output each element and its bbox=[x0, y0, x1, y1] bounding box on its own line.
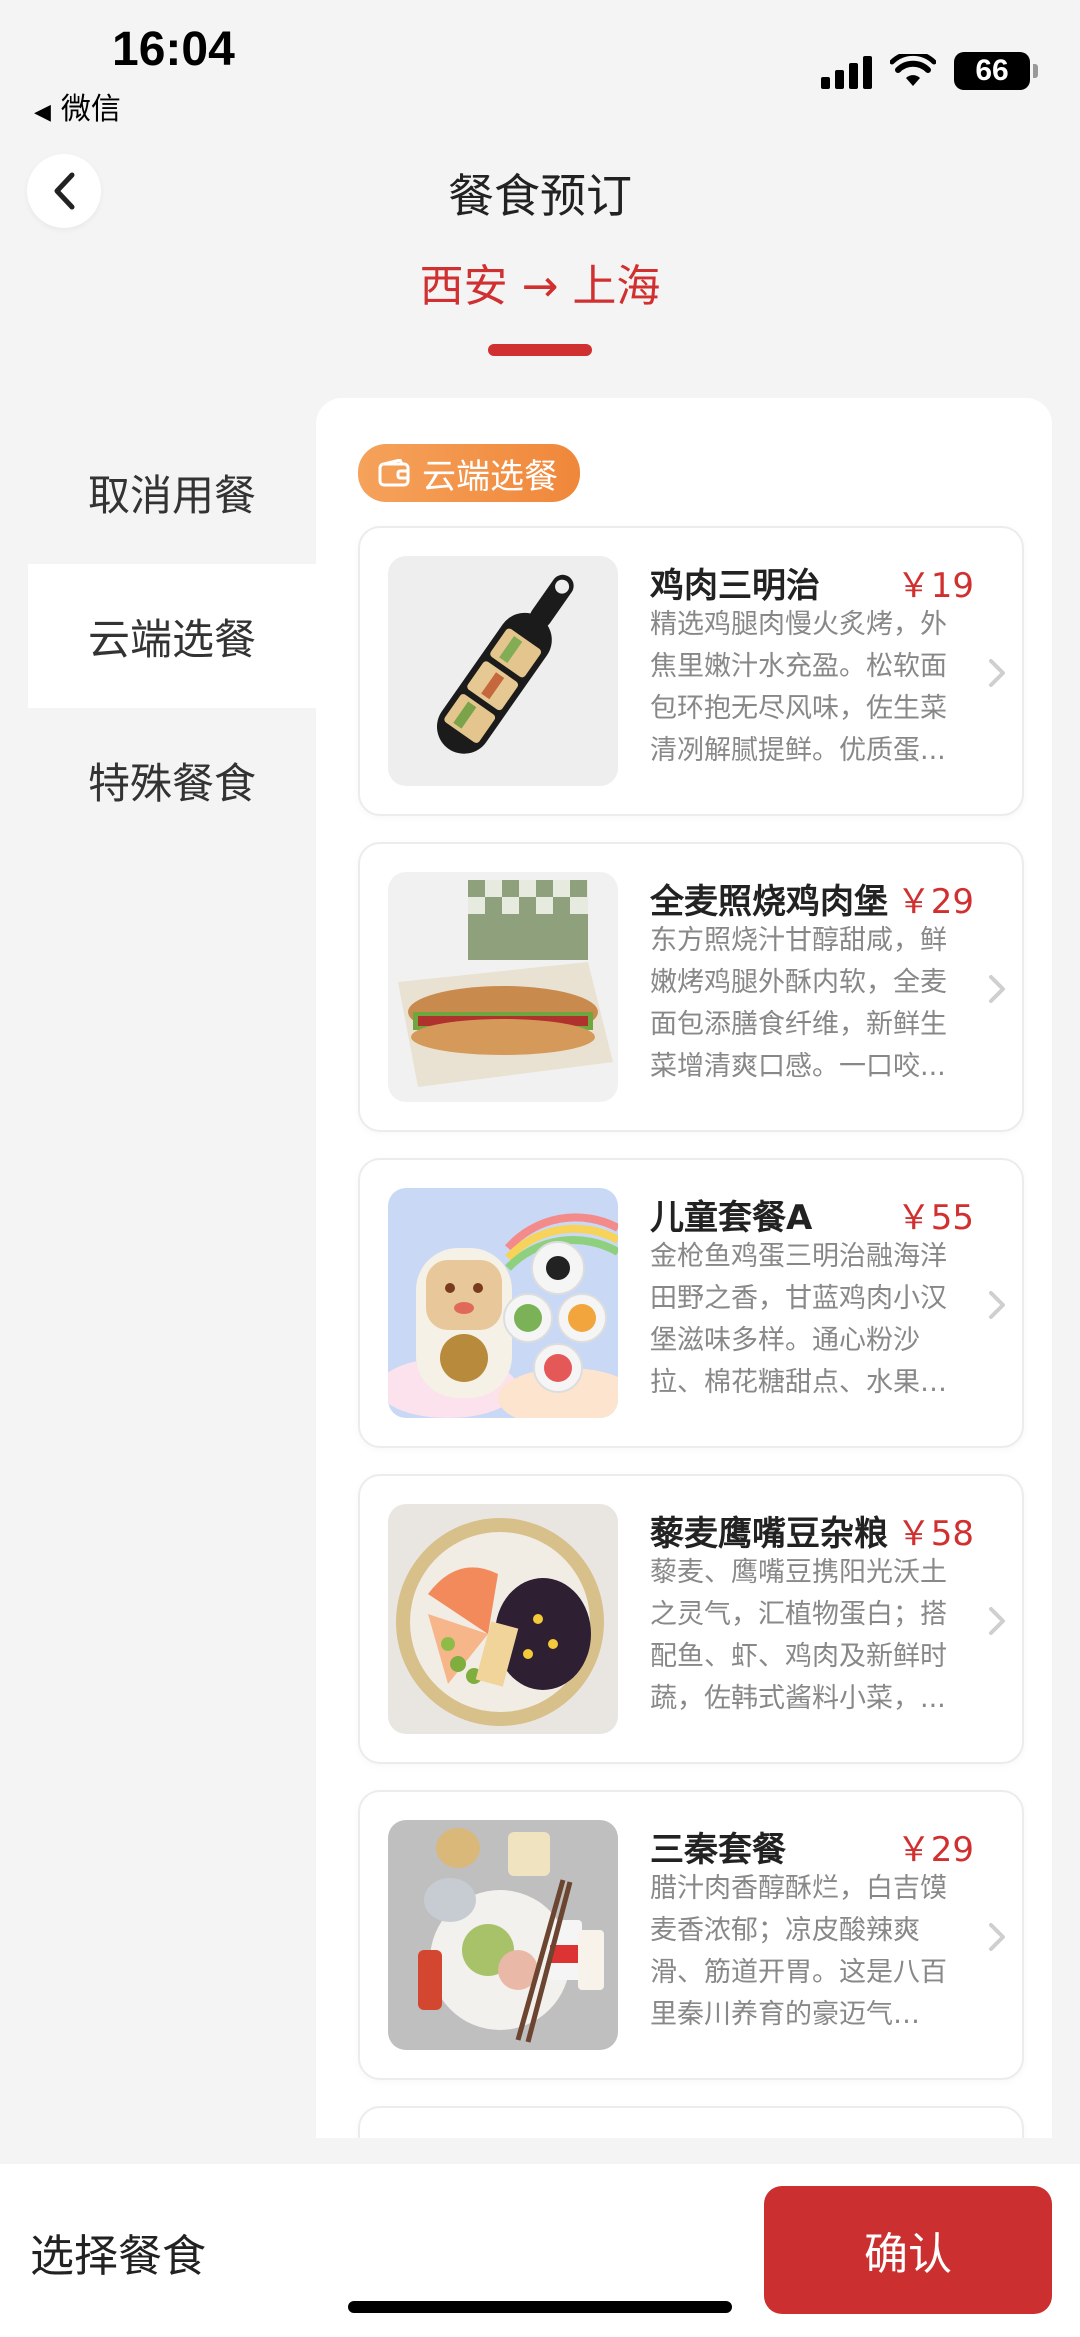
signal-icon bbox=[821, 53, 872, 89]
meal-image-sanqin-set bbox=[388, 1820, 618, 2050]
meal-card[interactable]: 全麦照烧鸡肉堡 ￥29 东方照烧汁甘醇甜咸，鲜嫩烤鸡腿外酥内软，全麦面包添膳食纤… bbox=[358, 842, 1024, 1132]
chevron-right-icon bbox=[989, 975, 1005, 1003]
meal-card[interactable]: 鸡肉三明治 ￥19 精选鸡腿肉慢火炙烤，外焦里嫩汁水充盈。松软面包环抱无尽风味，… bbox=[358, 526, 1024, 816]
meal-price: ￥29 bbox=[896, 882, 974, 922]
back-triangle-icon: ◀ bbox=[34, 100, 51, 125]
wallet-icon bbox=[378, 459, 410, 487]
meal-name: 鸡肉三明治 bbox=[650, 566, 820, 606]
section-tag: 云端选餐 bbox=[358, 444, 580, 502]
side-nav-item-cancel-meal[interactable]: 取消用餐 bbox=[28, 420, 316, 564]
meal-image-kids-meal bbox=[388, 1188, 618, 1418]
meal-price: ￥55 bbox=[896, 1198, 974, 1238]
back-app-label: 微信 bbox=[60, 92, 121, 127]
page-title: 餐食预订 bbox=[448, 169, 632, 223]
side-nav-item-cloud-meal[interactable]: 云端选餐 bbox=[28, 564, 316, 708]
meal-price: ￥58 bbox=[896, 1514, 974, 1554]
battery-icon: 66 bbox=[954, 52, 1038, 90]
meal-description: 精选鸡腿肉慢火炙烤，外焦里嫩汁水充盈。松软面包环抱无尽风味，佐生菜清冽解腻提鲜。… bbox=[650, 609, 947, 766]
section-tag-label: 云端选餐 bbox=[422, 456, 558, 497]
wifi-icon bbox=[890, 54, 936, 86]
meal-name: 藜麦鹰嘴豆杂粮 bbox=[650, 1514, 888, 1554]
status-icons: 66 bbox=[821, 52, 1038, 90]
meal-price: ￥19 bbox=[896, 566, 974, 606]
chevron-right-icon bbox=[989, 1291, 1005, 1319]
side-nav-item-special-meal[interactable]: 特殊餐食 bbox=[28, 708, 316, 852]
meal-image-grain-bowl bbox=[388, 1504, 618, 1734]
meal-image-burger bbox=[388, 872, 618, 1102]
route-tab[interactable]: 西安 → 上海 bbox=[0, 250, 1080, 314]
side-nav: 取消用餐 云端选餐 特殊餐食 bbox=[28, 420, 316, 852]
chevron-right-icon bbox=[989, 1923, 1005, 1951]
meal-name: 儿童套餐A bbox=[650, 1198, 813, 1238]
meal-list-panel[interactable]: 云端选餐 鸡肉三明治 ￥19 精选鸡腿肉慢火炙烤，外焦里嫩汁水充盈。松软面包环抱… bbox=[316, 398, 1052, 2138]
meal-card[interactable]: 藜麦鹰嘴豆杂粮 ￥58 藜麦、鹰嘴豆携阳光沃土之灵气，汇植物蛋白；搭配鱼、虾、鸡… bbox=[358, 1474, 1024, 1764]
status-time: 16:04 bbox=[112, 23, 235, 76]
meal-cards: 鸡肉三明治 ￥19 精选鸡腿肉慢火炙烤，外焦里嫩汁水充盈。松软面包环抱无尽风味，… bbox=[358, 526, 1024, 2138]
meal-description: 东方照烧汁甘醇甜咸，鲜嫩烤鸡腿外酥内软，全麦面包添膳食纤维，新鲜生菜增清爽口感。… bbox=[650, 925, 947, 1082]
meal-card[interactable]: 儿童套餐A ￥55 金枪鱼鸡蛋三明治融海洋田野之香，甘蓝鸡肉小汉堡滋味多样。通心… bbox=[358, 1158, 1024, 1448]
home-indicator[interactable] bbox=[348, 2301, 732, 2313]
meal-name: 三秦套餐 bbox=[650, 1830, 786, 1870]
back-to-app-link[interactable]: ◀ 微信 bbox=[34, 84, 121, 128]
route-tab-indicator bbox=[488, 344, 592, 356]
meal-description: 腊汁肉香醇酥烂，白吉馍麦香浓郁；凉皮酸辣爽滑、筋道开胃。这是八百里秦川养育的豪迈… bbox=[650, 1873, 947, 2030]
meal-card[interactable]: 三秦套餐 ￥29 腊汁肉香醇酥烂，白吉馍麦香浓郁；凉皮酸辣爽滑、筋道开胃。这是八… bbox=[358, 1790, 1024, 2080]
meal-card-partial[interactable] bbox=[358, 2106, 1024, 2138]
meal-price: ￥29 bbox=[896, 1830, 974, 1870]
meal-image-sandwich bbox=[388, 556, 618, 786]
chevron-right-icon bbox=[989, 659, 1005, 687]
chevron-right-icon bbox=[989, 1607, 1005, 1635]
meal-description: 藜麦、鹰嘴豆携阳光沃土之灵气，汇植物蛋白；搭配鱼、虾、鸡肉及新鲜时蔬，佐韩式酱料… bbox=[650, 1557, 947, 1714]
select-meal-label: 选择餐食 bbox=[30, 2231, 206, 2282]
meal-description: 金枪鱼鸡蛋三明治融海洋田野之香，甘蓝鸡肉小汉堡滋味多样。通心粉沙拉、棉花糖甜点、… bbox=[650, 1241, 947, 1398]
confirm-button[interactable]: 确认 bbox=[764, 2186, 1052, 2314]
meal-name: 全麦照烧鸡肉堡 bbox=[650, 882, 888, 922]
